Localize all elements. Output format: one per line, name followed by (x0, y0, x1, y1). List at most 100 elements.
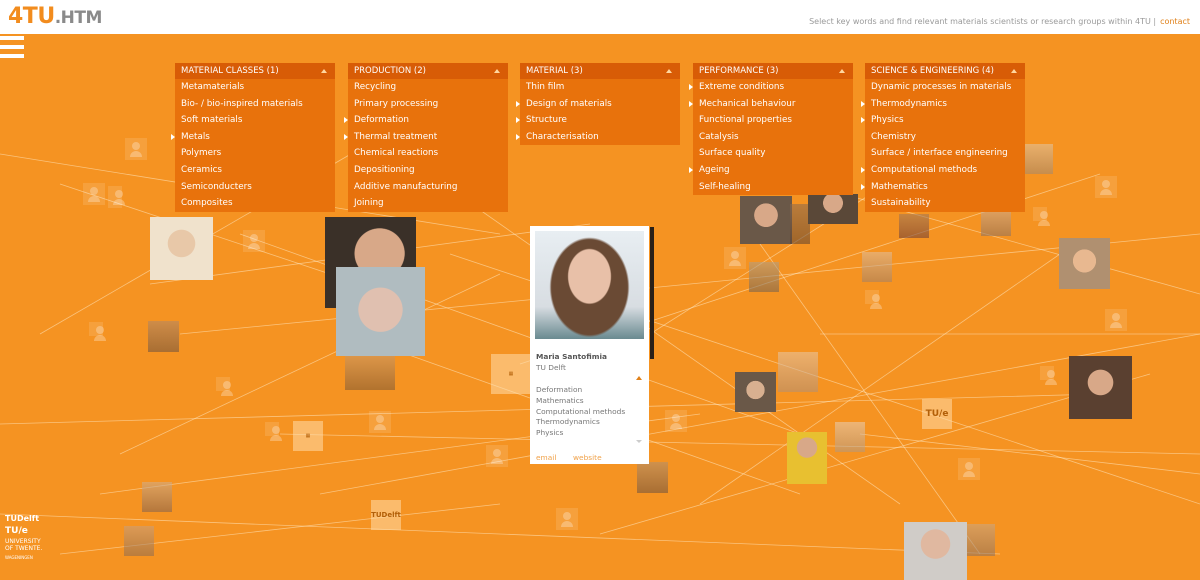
person-photo[interactable] (336, 267, 425, 356)
person-placeholder-icon[interactable] (369, 411, 391, 433)
person-placeholder-icon[interactable] (665, 410, 687, 432)
person-placeholder-icon[interactable] (89, 322, 106, 341)
institution-tile-tue[interactable]: TU/e (922, 399, 952, 429)
person-placeholder-icon[interactable] (724, 247, 746, 269)
filter-option[interactable]: Bio- / bio-inspired materials (175, 96, 335, 113)
tue-logo[interactable]: TU/e (5, 526, 42, 536)
filter-option[interactable]: Ageing (689, 162, 853, 179)
filter-option[interactable]: Functional properties (693, 112, 853, 129)
filter-option[interactable]: Semiconducters (175, 179, 335, 196)
person-photo[interactable] (1069, 356, 1132, 419)
filter-option[interactable]: Thermal treatment (344, 129, 508, 146)
person-placeholder-icon[interactable] (265, 422, 282, 441)
filter-option[interactable]: Soft materials (175, 112, 335, 129)
caret-up-icon[interactable] (666, 69, 672, 73)
person-photo[interactable] (1059, 238, 1110, 289)
filter-option[interactable]: Recycling (348, 79, 508, 96)
person-photo[interactable] (778, 352, 818, 392)
filter-option[interactable]: Deformation (344, 112, 508, 129)
person-photo[interactable] (637, 462, 668, 493)
filter-option[interactable]: Chemistry (865, 129, 1025, 146)
caret-up-icon[interactable] (839, 69, 845, 73)
filter-header[interactable]: MATERIAL CLASSES (1) (175, 63, 335, 79)
scroll-up-icon[interactable] (636, 376, 642, 380)
filter-option[interactable]: Self-healing (693, 179, 853, 196)
person-placeholder-icon[interactable] (108, 186, 125, 208)
filter-option[interactable]: Computational methods (861, 162, 1025, 179)
filter-option[interactable]: Thin film (520, 79, 680, 96)
filter-option[interactable]: Depositioning (348, 162, 508, 179)
network-canvas[interactable]: ▦ ▦ TU/e TUDelft MATERIAL CLASSES (1) Me… (0, 34, 1200, 580)
person-placeholder-icon[interactable] (1033, 207, 1050, 226)
person-placeholder-icon[interactable] (216, 377, 233, 396)
person-photo[interactable] (808, 194, 858, 224)
filter-option[interactable]: Physics (861, 112, 1025, 129)
filter-header[interactable]: SCIENCE & ENGINEERING (4) (865, 63, 1025, 79)
tudelft-logo[interactable]: TUDelft (5, 514, 42, 524)
site-logo[interactable]: 4TU.HTM (8, 4, 102, 29)
person-photo[interactable] (740, 196, 792, 244)
person-photo[interactable] (735, 372, 776, 412)
person-placeholder-icon[interactable] (1105, 309, 1127, 331)
person-photo[interactable] (862, 252, 892, 282)
person-placeholder-icon[interactable] (125, 138, 147, 160)
contact-link[interactable]: contact (1160, 17, 1190, 26)
filter-option[interactable]: Mechanical behaviour (689, 96, 853, 113)
caret-up-icon[interactable] (1011, 69, 1017, 73)
institution-tile-wageningen[interactable]: ▦ (491, 354, 531, 394)
filter-option[interactable]: Dynamic processes in materials (865, 79, 1025, 96)
filter-option[interactable]: Composites (175, 195, 335, 212)
person-placeholder-icon[interactable] (1095, 176, 1117, 198)
person-placeholder-icon[interactable] (865, 290, 882, 309)
filter-option[interactable]: Additive manufacturing (348, 179, 508, 196)
website-link[interactable]: website (573, 453, 602, 462)
filter-header[interactable]: MATERIAL (3) (520, 63, 680, 79)
person-photo[interactable] (790, 204, 810, 244)
person-photo[interactable] (1025, 144, 1053, 174)
filter-option[interactable]: Joining (348, 195, 508, 212)
twente-logo-line1[interactable]: UNIVERSITY (5, 538, 42, 545)
filter-option[interactable]: Metamaterials (175, 79, 335, 96)
filter-option[interactable]: Thermodynamics (861, 96, 1025, 113)
filter-option[interactable]: Surface / interface engineering (865, 145, 1025, 162)
person-photo[interactable] (345, 356, 395, 390)
twente-logo-line2[interactable]: OF TWENTE. (5, 545, 42, 552)
person-placeholder-icon[interactable] (83, 183, 105, 205)
person-photo[interactable] (124, 526, 154, 556)
caret-up-icon[interactable] (321, 69, 327, 73)
person-photo[interactable] (899, 214, 929, 238)
filter-header[interactable]: PRODUCTION (2) (348, 63, 508, 79)
person-photo[interactable] (749, 262, 779, 292)
filter-option[interactable]: Extreme conditions (689, 79, 853, 96)
filter-option[interactable]: Primary processing (348, 96, 508, 113)
filter-option[interactable]: Chemical reactions (348, 145, 508, 162)
wageningen-logo[interactable]: WAGENINGEN (5, 554, 42, 562)
scroll-down-icon[interactable] (636, 440, 642, 443)
filter-option[interactable]: Metals (171, 129, 335, 146)
institution-tile-tudelft[interactable]: TUDelft (371, 500, 401, 530)
filter-option[interactable]: Ceramics (175, 162, 335, 179)
person-placeholder-icon[interactable] (958, 458, 980, 480)
filter-option[interactable]: Surface quality (693, 145, 853, 162)
person-photo[interactable] (148, 321, 179, 352)
person-placeholder-icon[interactable] (1040, 366, 1057, 385)
person-placeholder-icon[interactable] (556, 508, 578, 530)
institution-tile[interactable]: ▦ (293, 421, 323, 451)
filter-option[interactable]: Structure (516, 112, 680, 129)
person-photo[interactable] (981, 212, 1011, 236)
profile-card[interactable]: Maria Santofimia TU Delft Deformation Mat… (530, 226, 649, 464)
person-placeholder-icon[interactable] (243, 230, 265, 252)
caret-up-icon[interactable] (494, 69, 500, 73)
filter-option[interactable]: Polymers (175, 145, 335, 162)
filter-header[interactable]: PERFORMANCE (3) (693, 63, 853, 79)
person-photo[interactable] (967, 524, 995, 556)
person-photo[interactable] (904, 522, 967, 580)
filter-option[interactable]: Mathematics (861, 179, 1025, 196)
person-photo[interactable] (650, 227, 654, 359)
person-photo[interactable] (150, 217, 213, 280)
menu-icon[interactable] (0, 36, 24, 68)
filter-option[interactable]: Design of materials (516, 96, 680, 113)
filter-option[interactable]: Characterisation (516, 129, 680, 146)
filter-option[interactable]: Sustainability (865, 195, 1025, 212)
person-photo[interactable] (142, 482, 172, 512)
